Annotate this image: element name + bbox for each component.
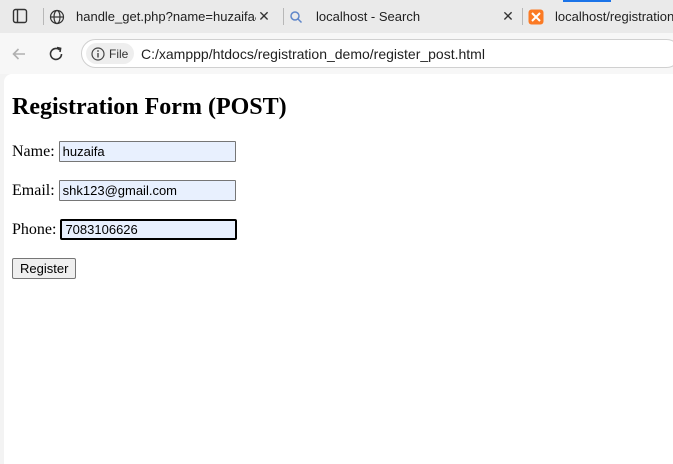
email-label: Email: (12, 181, 55, 199)
address-bar[interactable]: File C:/xamppp/htdocs/registration_demo/… (81, 39, 673, 68)
site-info-button[interactable]: File (86, 43, 134, 64)
toolbar: File C:/xamppp/htdocs/registration_demo/… (0, 33, 673, 74)
active-tab-indicator (563, 0, 611, 2)
page-title: Registration Form (POST) (12, 94, 287, 120)
phone-row: Phone: (12, 219, 238, 240)
tab-separator (43, 8, 44, 25)
reload-button[interactable] (43, 41, 69, 67)
url-text[interactable]: C:/xamppp/htdocs/registration_demo/regis… (141, 46, 485, 62)
tab-handle-get[interactable]: handle_get.php?name=huzaifa&e ✕ (49, 0, 279, 33)
tab-separator (522, 8, 523, 25)
search-icon (289, 10, 305, 24)
name-label: Name: (12, 142, 55, 160)
tab-strip: handle_get.php?name=huzaifa&e ✕ localhos… (0, 0, 673, 33)
email-input[interactable] (58, 180, 236, 201)
tab-actions-icon[interactable] (6, 5, 34, 27)
email-row: Email: (12, 180, 236, 201)
page-viewport: Registration Form (POST) Name: Email: Ph… (4, 74, 673, 464)
tab-localhost-registration[interactable]: localhost/registration_ (528, 0, 673, 33)
tab-title: handle_get.php?name=huzaifa&e (76, 9, 256, 24)
register-button[interactable]: Register (12, 258, 77, 279)
tab-localhost-search[interactable]: localhost - Search ✕ (289, 0, 519, 33)
globe-icon (49, 9, 67, 25)
tab-separator (283, 8, 284, 25)
info-icon (91, 46, 105, 61)
site-info-label: File (109, 46, 129, 61)
name-row: Name: (12, 141, 236, 162)
xampp-icon (528, 9, 546, 25)
name-input[interactable] (58, 141, 236, 162)
phone-label: Phone: (12, 220, 57, 238)
close-tab-icon[interactable]: ✕ (500, 8, 516, 25)
tab-title: localhost/registration_ (555, 9, 673, 24)
tab-title: localhost - Search (316, 9, 421, 24)
phone-input[interactable] (60, 219, 238, 240)
close-tab-icon[interactable]: ✕ (256, 8, 272, 25)
back-button[interactable] (6, 41, 32, 67)
